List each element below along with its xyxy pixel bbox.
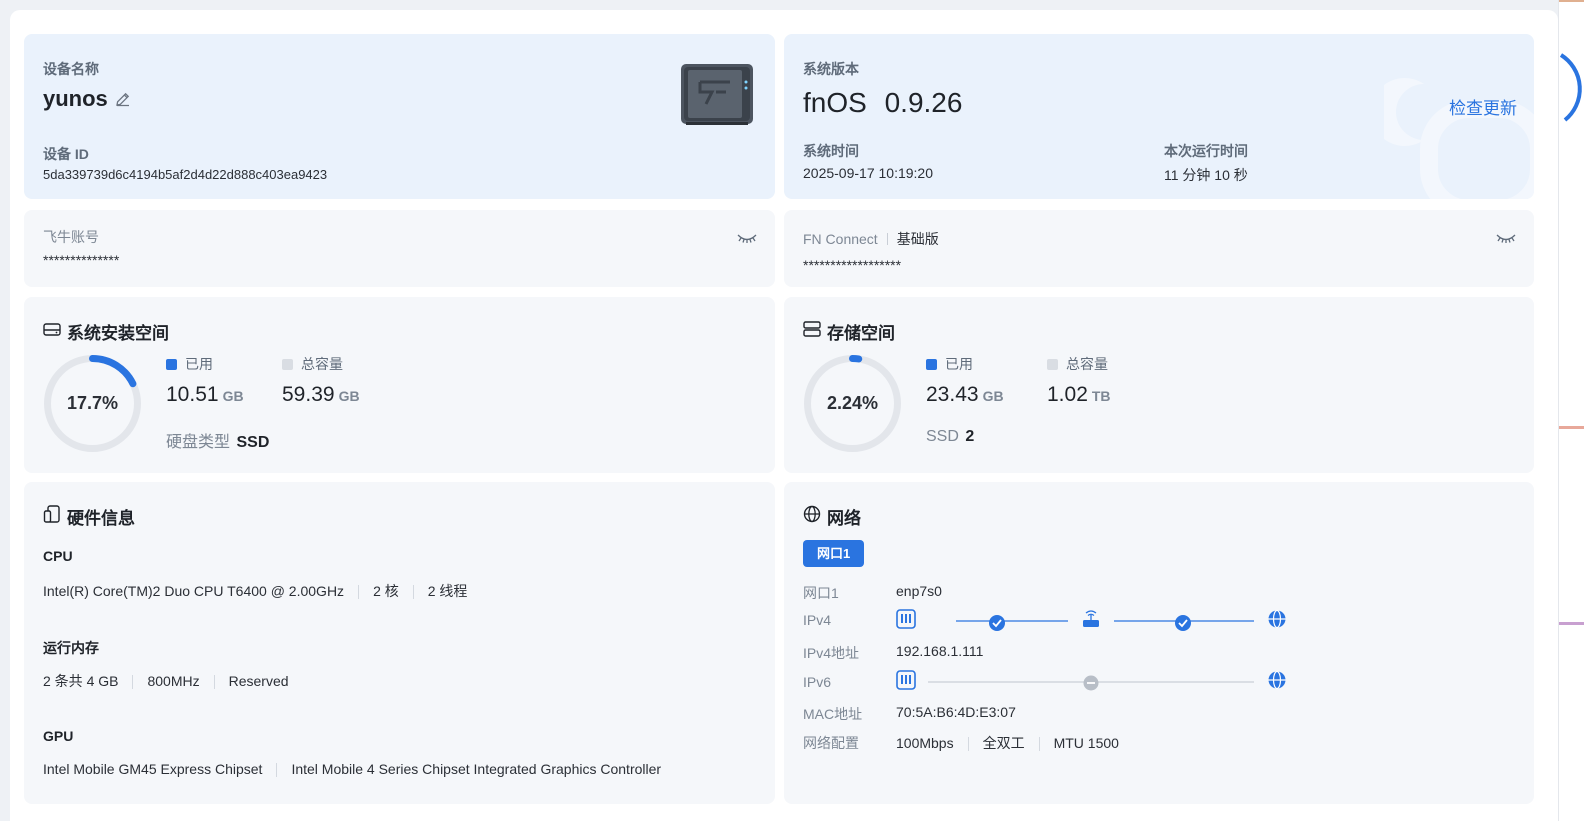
used-value: 23.43 xyxy=(926,383,979,406)
account-value: ************** xyxy=(43,252,120,268)
uptime-value: 11 分钟 10 秒 xyxy=(1164,167,1248,183)
total-label: 总容量 xyxy=(1066,356,1108,372)
os-name: fnOS xyxy=(803,87,867,118)
system-storage-card: 系统安装空间 17.7% 已用 总容量 10.51 GB 59.39 GB 硬盘类型… xyxy=(24,297,775,473)
disk-type-label: 硬盘类型 xyxy=(166,434,231,451)
fnconnect-label: FN Connect xyxy=(803,231,878,247)
used-unit: GB xyxy=(222,388,244,404)
eye-closed-icon[interactable] xyxy=(737,232,757,250)
fnconnect-card: FN Connect 基础版 ****************** xyxy=(784,210,1534,287)
ssd-label: SSD xyxy=(926,428,959,445)
os-version: 0.9.26 xyxy=(884,87,963,118)
nas-device-icon xyxy=(680,62,754,131)
overview-panel: 设备名称 yunos 设备 ID 5da339739d6c4194b5af2d4… xyxy=(10,10,1558,821)
fnconnect-tier: 基础版 xyxy=(896,231,939,247)
device-icon xyxy=(43,505,61,528)
total-unit: GB xyxy=(338,388,360,404)
server-icon xyxy=(803,321,821,342)
device-card: 设备名称 yunos 设备 ID 5da339739d6c4194b5af2d4… xyxy=(24,34,775,199)
ipv4-label: IPv4 xyxy=(803,612,832,628)
system-time: 2025-09-17 10:19:20 xyxy=(803,165,933,181)
used-legend-dot xyxy=(166,359,177,370)
system-storage-percent: 17.7% xyxy=(66,393,119,413)
system-time-label: 系统时间 xyxy=(803,143,859,159)
cpu-threads: 2 线程 xyxy=(427,583,468,599)
account-label: 飞牛账号 xyxy=(43,229,99,245)
device-name: yunos xyxy=(43,86,108,111)
mac-address: 70:5A:B6:4D:E3:07 xyxy=(896,704,1016,720)
ipv6-topology xyxy=(896,669,1288,698)
disk-type-value: SSD xyxy=(236,434,270,451)
hardware-card: 硬件信息 CPU Intel(R) Core(TM)2 Duo CPU T640… xyxy=(24,482,775,804)
ipv4-address-label: IPv4地址 xyxy=(803,645,860,661)
memory-extra: Reserved xyxy=(228,673,289,689)
gpu-name: Intel Mobile GM45 Express Chipset xyxy=(43,761,263,777)
system-version-label: 系统版本 xyxy=(803,61,859,77)
system-card: 系统版本 fnOS 0.9.26 检查更新 系统时间 2025-09-17 10… xyxy=(784,34,1534,199)
gpu-label: GPU xyxy=(43,728,74,744)
used-label: 已用 xyxy=(185,356,213,372)
storage-percent: 2.24% xyxy=(826,393,879,413)
network-duplex: 全双工 xyxy=(982,735,1025,751)
used-unit: GB xyxy=(982,388,1004,404)
total-legend-dot xyxy=(1047,359,1058,370)
hard-drive-icon xyxy=(43,321,61,342)
mac-label: MAC地址 xyxy=(803,706,863,722)
globe-icon xyxy=(803,505,821,528)
memory-label: 运行内存 xyxy=(43,640,99,656)
ipv4-address: 192.168.1.111 xyxy=(896,643,984,659)
device-id: 5da339739d6c4194b5af2d4d22d888c403ea9423 xyxy=(43,167,328,182)
storage-ring: 2.24% xyxy=(802,353,903,454)
edit-icon[interactable] xyxy=(114,90,132,108)
tab-port-1[interactable]: 网口1 xyxy=(803,540,865,567)
total-unit: TB xyxy=(1091,388,1111,404)
port-label: 网口1 xyxy=(803,585,839,601)
system-storage-ring: 17.7% xyxy=(42,353,143,454)
total-value: 1.02 xyxy=(1047,383,1088,406)
memory-count: 2 条共 4 GB xyxy=(43,673,119,689)
check-update-link[interactable]: 检查更新 xyxy=(1449,94,1517,119)
total-label: 总容量 xyxy=(301,356,343,372)
fnconnect-value: ****************** xyxy=(803,257,902,273)
ssd-count: 2 xyxy=(965,428,975,445)
network-title: 网络 xyxy=(827,509,861,528)
gpu-name: Intel Mobile 4 Series Chipset Integrated… xyxy=(291,761,662,777)
storage-title: 存储空间 xyxy=(827,324,895,343)
device-name-label: 设备名称 xyxy=(43,61,99,77)
used-label: 已用 xyxy=(945,356,973,372)
storage-card: 存储空间 2.24% 已用 总容量 23.43 GB 1.02 TB SSD 2 xyxy=(784,297,1534,473)
account-card: 飞牛账号 ************** xyxy=(24,210,775,287)
adjacent-window-edge xyxy=(1558,0,1584,821)
ipv4-topology xyxy=(896,608,1288,637)
used-legend-dot xyxy=(926,359,937,370)
ipv6-label: IPv6 xyxy=(803,674,832,690)
network-card: 网络 网口1 网口1 enp7s0 IPv4 IPv4地址 192.168.1.… xyxy=(784,482,1534,804)
network-config-label: 网络配置 xyxy=(803,735,859,751)
cpu-cores: 2 核 xyxy=(373,583,399,599)
hardware-title: 硬件信息 xyxy=(67,509,135,528)
total-legend-dot xyxy=(282,359,293,370)
network-mtu: MTU 1500 xyxy=(1053,735,1119,751)
port-value: enp7s0 xyxy=(896,583,942,599)
network-speed: 100Mbps xyxy=(896,735,954,751)
device-id-label: 设备 ID xyxy=(43,146,89,162)
cpu-model: Intel(R) Core(TM)2 Duo CPU T6400 @ 2.00G… xyxy=(43,583,345,599)
uptime-label: 本次运行时间 xyxy=(1164,143,1248,159)
eye-closed-icon[interactable] xyxy=(1496,232,1516,250)
cpu-label: CPU xyxy=(43,548,73,564)
total-value: 59.39 xyxy=(282,383,335,406)
memory-frequency: 800MHz xyxy=(147,673,200,689)
system-storage-title: 系统安装空间 xyxy=(67,324,169,343)
watermark-icon xyxy=(1370,54,1534,199)
used-value: 10.51 xyxy=(166,383,219,406)
